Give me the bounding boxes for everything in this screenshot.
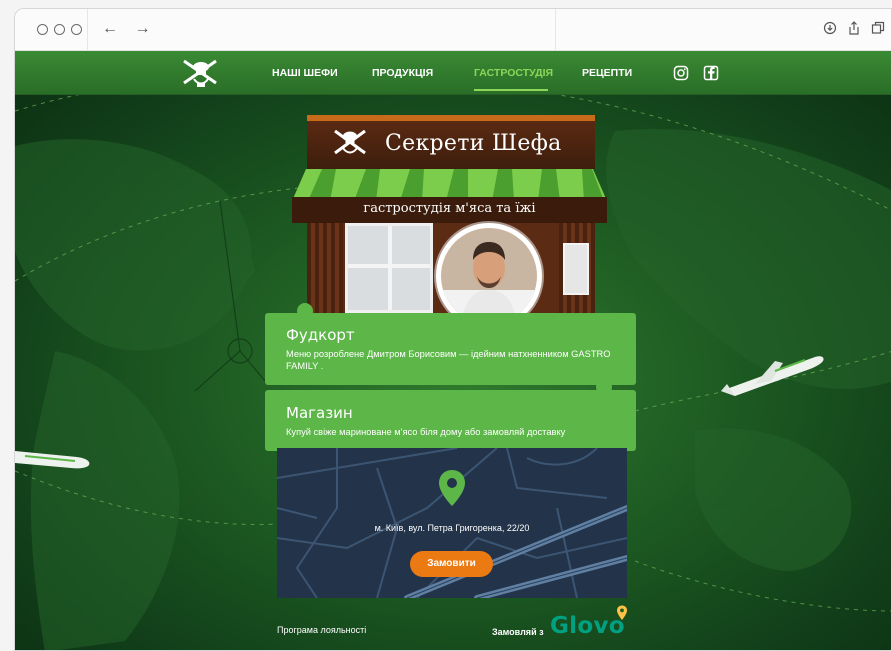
share-icon[interactable]: [847, 20, 861, 36]
store-subtitle: гастростудія м'яса та їжі: [363, 201, 536, 216]
facebook-icon[interactable]: [703, 65, 719, 81]
toolbar-actions: [823, 20, 885, 36]
foodcourt-title: Фудкорт: [286, 326, 355, 344]
store-title: Секрети Шефа: [385, 131, 562, 156]
store-sign-logo: [334, 129, 366, 155]
menu-item-gastrostudio[interactable]: ГАСТРОСТУДІЯ: [474, 67, 553, 79]
foodcourt-card[interactable]: Фудкорт Меню розроблене Дмитром Борисови…: [265, 313, 636, 385]
menu-item-recipes[interactable]: РЕЦЕПТИ: [582, 67, 632, 79]
shop-title: Магазин: [286, 404, 353, 422]
history-nav[interactable]: ← →: [102, 20, 156, 38]
toolbar-divider: [87, 9, 88, 51]
site-header: НАШІ ШЕФИ ПРОДУКЦІЯ ГАСТРОСТУДІЯ РЕЦЕПТИ: [15, 51, 891, 95]
loyalty-program-link[interactable]: Програма лояльності: [277, 625, 366, 635]
minimize-window-button[interactable]: [54, 24, 65, 35]
menu-item-products[interactable]: ПРОДУКЦІЯ: [372, 67, 433, 79]
shop-card[interactable]: Магазин Купуй свіже мариноване м'ясо біл…: [265, 390, 636, 451]
map-pin-icon: [439, 470, 465, 506]
shop-text: Купуй свіже мариноване м'ясо біля дому а…: [286, 427, 566, 437]
foodcourt-text: Меню розроблене Дмитром Борисовим — ідей…: [286, 349, 611, 371]
tabs-icon[interactable]: [871, 20, 885, 36]
close-window-button[interactable]: [37, 24, 48, 35]
menu-item-chefs[interactable]: НАШІ ШЕФИ: [272, 67, 338, 79]
window-controls: [37, 24, 82, 35]
chef-secrets-logo[interactable]: [180, 57, 222, 89]
download-icon[interactable]: [823, 20, 837, 36]
store-side-window: [563, 243, 589, 295]
order-button[interactable]: Замовити: [410, 551, 493, 577]
glovo-logo[interactable]: Glovo: [550, 613, 625, 639]
store-window: [345, 223, 433, 313]
web-page: НАШІ ШЕФИ ПРОДУКЦІЯ ГАСТРОСТУДІЯ РЕЦЕПТИ: [15, 51, 891, 650]
active-menu-underline: [474, 89, 548, 91]
toolbar-divider: [555, 9, 556, 51]
browser-window: ← → НАШІ ШЕФИ ПРОДУКЦІЯ ГАСТРОСТУДІЯ РЕЦ…: [14, 8, 892, 651]
store-address: м. Київ, вул. Петра Григоренка, 22/20: [374, 523, 530, 533]
browser-toolbar: ← →: [15, 9, 891, 51]
zoom-window-button[interactable]: [71, 24, 82, 35]
facade-wood-left: [307, 223, 343, 313]
glovo-pin-icon: [617, 605, 627, 620]
instagram-icon[interactable]: [673, 65, 689, 81]
order-with-label: Замовляй з: [492, 627, 544, 637]
